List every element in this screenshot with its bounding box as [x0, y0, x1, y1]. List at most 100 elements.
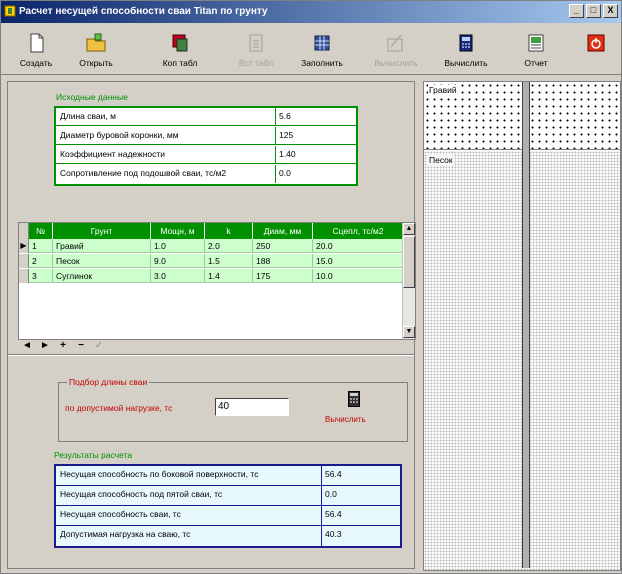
exit-button[interactable] [567, 31, 622, 73]
create-label: Создать [19, 58, 53, 68]
side-capacity-value: 56.4 [325, 469, 342, 479]
add-record-icon[interactable]: + [58, 340, 68, 354]
copy-table-button[interactable]: Коп табл [151, 31, 209, 73]
cell-diameter[interactable]: 175 [253, 269, 313, 283]
base-resistance-field[interactable]: 0.0 [277, 165, 356, 183]
fill-label: Заполнить [301, 58, 343, 68]
col-header-num[interactable]: № [29, 223, 53, 239]
result-row-allowable: Допустимая нагрузка на сваю, тс 40.3 [56, 526, 400, 546]
cell-k[interactable]: 2.0 [205, 239, 253, 253]
copy-table-label: Коп табл [162, 58, 198, 68]
col-header-thickness[interactable]: Мощн, м [151, 223, 205, 239]
soil-table[interactable]: № Грунт Мощн, м k Диам, мм Сцепл, тс/м2 … [18, 222, 416, 340]
report-button[interactable]: Отчет [507, 31, 565, 73]
main-window: Расчет несущей способности сваи Titan по… [0, 0, 622, 574]
row-indicator-header [19, 223, 29, 239]
table-row[interactable]: ▶ 1 Гравий 1.0 2.0 250 20.0 [19, 239, 403, 253]
col-header-diameter[interactable]: Диам, мм [253, 223, 313, 239]
pile-length-field[interactable]: 5.6 [277, 108, 356, 125]
cell-soil[interactable]: Суглинок [53, 269, 151, 283]
separator [8, 354, 414, 356]
compute-button[interactable]: Вычислить [437, 31, 495, 73]
param-row-reliability: Коэффициент надежности 1.40 [56, 146, 356, 164]
paste-table-button[interactable]: Вст табл [227, 31, 285, 73]
calculator-icon [459, 34, 473, 52]
pile-shaft [522, 82, 530, 568]
result-label: Несущая способность по боковой поверхнос… [56, 466, 322, 485]
compute-disabled-icon [387, 34, 403, 52]
cell-diameter[interactable]: 188 [253, 254, 313, 268]
soil-table-header: № Грунт Мощн, м k Диам, мм Сцепл, тс/м2 [19, 223, 403, 239]
next-record-icon[interactable]: ► [40, 340, 50, 354]
exit-icon [587, 34, 605, 52]
cell-cohesion[interactable]: 15.0 [313, 254, 403, 268]
delete-record-icon[interactable]: − [76, 340, 86, 354]
col-header-soil[interactable]: Грунт [53, 223, 151, 239]
scroll-down-icon[interactable]: ▼ [403, 326, 415, 338]
create-button[interactable]: Создать [7, 31, 65, 73]
cell-k[interactable]: 1.5 [205, 254, 253, 268]
results-title: Результаты расчета [54, 450, 133, 460]
cell-thickness[interactable]: 9.0 [151, 254, 205, 268]
maximize-button[interactable]: □ [586, 4, 601, 18]
col-header-k[interactable]: k [205, 223, 253, 239]
param-label: Длина сваи, м [56, 108, 276, 125]
cell-soil[interactable]: Песок [53, 254, 151, 268]
result-row-side: Несущая способность по боковой поверхнос… [56, 466, 400, 486]
cell-num[interactable]: 3 [29, 269, 53, 283]
table-row[interactable]: 3 Суглинок 3.0 1.4 175 10.0 [19, 269, 403, 283]
cell-k[interactable]: 1.4 [205, 269, 253, 283]
param-label: Коэффициент надежности [56, 146, 276, 163]
fill-table-icon [314, 35, 330, 51]
window-title: Расчет несущей способности сваи Titan по… [19, 6, 268, 17]
row-indicator [19, 254, 29, 268]
total-capacity-value: 56.4 [325, 509, 342, 519]
title-bar[interactable]: Расчет несущей способности сваи Titan по… [1, 1, 621, 23]
base-capacity-value: 0.0 [325, 489, 337, 499]
result-label: Несущая способность под пятой сваи, тс [56, 486, 322, 505]
bit-diameter-field[interactable]: 125 [277, 127, 356, 144]
table-row[interactable]: 2 Песок 9.0 1.5 188 15.0 [19, 254, 403, 268]
calculate-length-button[interactable]: Вычислить [325, 415, 366, 424]
prev-record-icon[interactable]: ◄ [22, 340, 32, 354]
cell-thickness[interactable]: 1.0 [151, 239, 205, 253]
allowable-load-label: по допустимой нагрузке, тс [65, 403, 173, 413]
compute-disabled-label: Вычислить [374, 58, 418, 68]
col-header-cohesion[interactable]: Сцепл, тс/м2 [313, 223, 403, 239]
paste-table-label: Вст табл [238, 58, 274, 68]
minimize-button[interactable]: _ [569, 4, 584, 18]
table-navigator: ◄ ► + − ✓ [22, 340, 104, 354]
param-label: Сопротивление под подошвой сваи, тс/м2 [56, 165, 276, 183]
calculator-icon[interactable] [348, 391, 360, 407]
open-button[interactable]: Открыть [67, 31, 125, 73]
compute-label: Вычислить [444, 58, 488, 68]
pile-length-group-title: Подбор длины сваи [67, 377, 150, 387]
current-row-indicator: ▶ [19, 239, 29, 253]
fill-button[interactable]: Заполнить [293, 31, 351, 73]
allowable-load-input[interactable]: 40 [215, 398, 289, 416]
compute-disabled-button[interactable]: Вычислить [367, 31, 425, 73]
reliability-field[interactable]: 1.40 [277, 146, 356, 163]
copy-table-icon [172, 34, 188, 52]
cell-cohesion[interactable]: 20.0 [313, 239, 403, 253]
cell-cohesion[interactable]: 10.0 [313, 269, 403, 283]
cell-diameter[interactable]: 250 [253, 239, 313, 253]
report-label: Отчет [524, 58, 548, 68]
scroll-thumb[interactable] [403, 236, 415, 288]
cell-num[interactable]: 1 [29, 239, 53, 253]
cell-thickness[interactable]: 3.0 [151, 269, 205, 283]
report-icon [528, 34, 544, 52]
open-label: Открыть [79, 58, 113, 68]
input-section-title: Исходные данные [56, 92, 128, 102]
scroll-up-icon[interactable]: ▲ [403, 223, 415, 235]
soil-profile-diagram: Гравий Песок [423, 81, 621, 571]
pile-length-group: Подбор длины сваи по допустимой нагрузке… [58, 377, 408, 442]
param-row-pile-length: Длина сваи, м 5.6 [56, 108, 356, 126]
input-parameters-table: Длина сваи, м 5.6 Диаметр буровой коронк… [54, 106, 358, 186]
table-scrollbar[interactable]: ▲ ▼ [402, 223, 415, 339]
close-button[interactable]: X [603, 4, 618, 18]
post-record-icon[interactable]: ✓ [94, 340, 104, 354]
row-indicator [19, 269, 29, 283]
cell-soil[interactable]: Гравий [53, 239, 151, 253]
cell-num[interactable]: 2 [29, 254, 53, 268]
